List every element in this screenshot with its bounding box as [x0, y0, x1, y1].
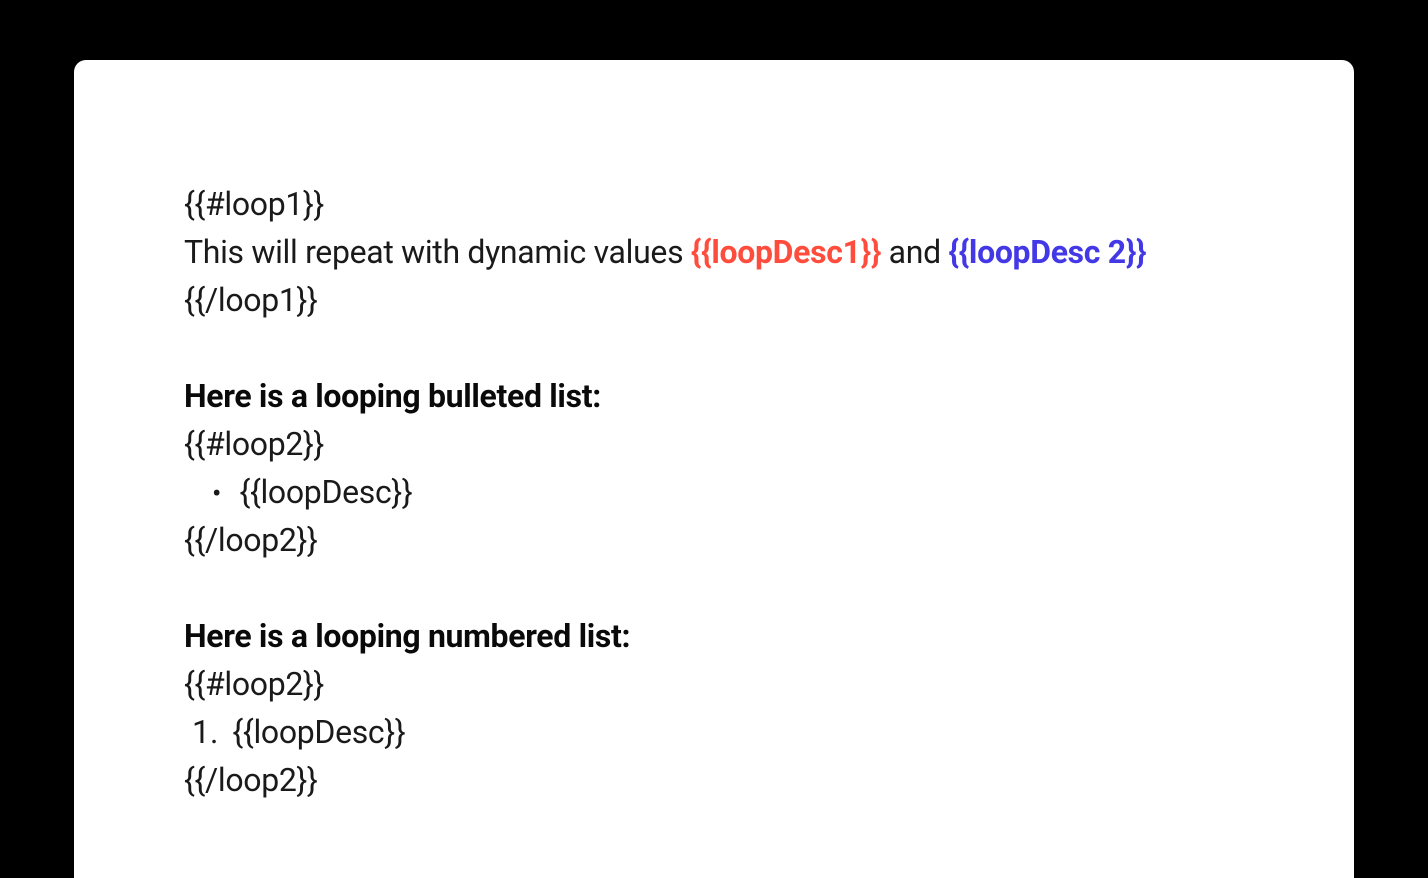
bullet-list-item: • {{loopDesc}} [184, 468, 1244, 516]
loop1-close-tag: {{/loop1}} [184, 276, 1244, 324]
loop2-number-close-tag: {{/loop2}} [184, 756, 1244, 804]
spacer [184, 324, 1244, 372]
numbered-list-item: 1. {{loopDesc}} [184, 708, 1244, 756]
bullet-marker-icon: • [212, 473, 221, 515]
loop1-body-line: This will repeat with dynamic values {{l… [184, 228, 1244, 276]
loop2-bullet-open-tag: {{#loop2}} [184, 420, 1244, 468]
document-page: {{#loop1}} This will repeat with dynamic… [74, 60, 1354, 878]
numbered-heading: Here is a looping numbered list: [184, 612, 1244, 660]
loop1-text-prefix: This will repeat with dynamic values [184, 233, 691, 271]
loop2-bullet-close-tag: {{/loop2}} [184, 516, 1244, 564]
number-marker: 1. [192, 708, 218, 756]
loop1-var2: {{loopDesc 2}} [948, 233, 1146, 271]
spacer [184, 564, 1244, 612]
loop1-open-tag: {{#loop1}} [184, 180, 1244, 228]
loop1-text-mid: and [881, 233, 948, 271]
loop1-var1: {{loopDesc1}} [691, 233, 881, 271]
numbered-item-text: {{loopDesc}} [232, 708, 405, 756]
loop2-number-open-tag: {{#loop2}} [184, 660, 1244, 708]
bullet-item-text: {{loopDesc}} [239, 468, 412, 516]
bulleted-heading: Here is a looping bulleted list: [184, 372, 1244, 420]
